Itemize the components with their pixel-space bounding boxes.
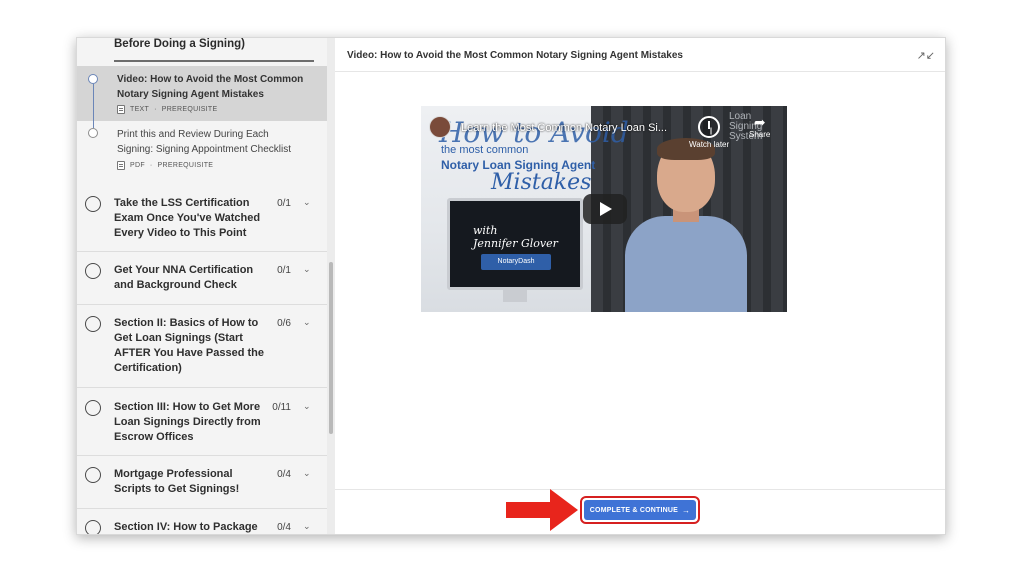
section-title: Section II: Basics of How to Get Loan Si… [114,317,264,374]
share-label: Share [749,130,771,139]
chevron-down-icon[interactable]: ⌄ [303,468,311,479]
section-count: 0/4 [277,469,291,480]
section-ii-basics[interactable]: Section II: Basics of How to Get Loan Si… [77,305,327,388]
lesson-content: Video: How to Avoid the Most Common Nota… [335,38,945,534]
meta-separator: · [149,162,153,169]
clock-icon [698,116,721,138]
section-title: Section III: How to Get More Loan Signin… [114,401,261,443]
chevron-down-icon[interactable]: ⌄ [303,317,311,328]
section-title: Section IV: How to Package [114,521,258,533]
notarydash-logo: NotaryDash [481,254,551,270]
arrow-right-icon: → [682,505,691,515]
lesson-progress-dot [88,74,98,84]
lesson-header: Video: How to Avoid the Most Common Nota… [335,38,945,72]
section-title: Mortgage Professional Scripts to Get Sig… [114,468,240,495]
channel-avatar[interactable] [429,116,451,138]
section-count: 0/1 [277,265,291,276]
section-count: 0/6 [277,318,291,329]
section-count: 0/4 [277,522,291,533]
thumbnail-with: with [473,224,498,237]
section-count: 0/11 [272,402,291,413]
lesson-page-title: Video: How to Avoid the Most Common Nota… [347,50,683,61]
lesson-type: PDF [130,162,145,169]
play-icon[interactable] [583,194,627,224]
presenter-body [625,216,747,312]
thumbnail-subheadline: the most common [441,144,529,156]
lesson-tag: PREREQUISITE [157,162,214,169]
section-status-circle [85,196,101,212]
meta-separator: · [154,106,157,113]
course-player-window: Before Doing a Signing) Video: How to Av… [76,37,946,535]
lesson-connector-line [92,121,94,128]
section-iii-escrow[interactable]: Section III: How to Get More Loan Signin… [77,388,327,456]
watch-later-label: Watch later [689,140,730,149]
section-count: 0/1 [277,198,291,209]
thumbnail-presenter-name: Jennifer Glover [473,237,558,250]
lesson-connector-line [92,84,94,121]
section-lss-exam[interactable]: Take the LSS Certification Exam Once You… [77,186,327,252]
section-status-circle [85,400,101,416]
document-icon [117,105,125,114]
course-sidebar: Before Doing a Signing) Video: How to Av… [77,38,327,534]
lesson-progress-dot [88,128,98,138]
section-mortgage-scripts[interactable]: Mortgage Professional Scripts to Get Sig… [77,456,327,509]
section-title: Take the LSS Certification Exam Once You… [114,197,261,239]
lesson-type: TEXT [130,106,150,113]
lesson-item-video-mistakes[interactable]: Video: How to Avoid the Most Common Nota… [77,66,327,121]
annotation-arrow-icon [506,489,578,531]
share-button[interactable]: ➦ Share [749,114,770,139]
lesson-title: Print this and Review During Each Signin… [117,129,291,155]
lesson-title: Video: How to Avoid the Most Common Nota… [117,74,304,100]
thumbnail-mistakes-text: Mistakes [491,170,592,195]
share-icon: ➦ [753,114,766,130]
section-status-circle [85,467,101,483]
chevron-down-icon[interactable]: ⌄ [303,521,311,532]
divider [114,60,314,62]
sidebar-scrollbar-thumb[interactable] [329,262,333,434]
chevron-down-icon[interactable]: ⌄ [303,264,311,275]
chevron-down-icon[interactable]: ⌄ [303,197,311,208]
complete-continue-button[interactable]: COMPLETE & CONTINUE → [584,500,696,520]
pdf-icon [117,161,125,170]
thumbnail-monitor-stand [503,290,527,302]
thumbnail-presenter: with Jennifer Glover [473,224,558,250]
lesson-tag: PREREQUISITE [161,106,218,113]
expand-icon[interactable]: ↗↙ [917,49,935,62]
lesson-meta: PDF · PREREQUISITE [117,161,213,170]
section-title: Get Your NNA Certification and Backgroun… [114,264,254,291]
chevron-down-icon[interactable]: ⌄ [303,401,311,412]
lesson-meta: TEXT · PREREQUISITE [117,105,217,114]
watch-later-button[interactable]: Watch later [689,116,729,149]
section-status-circle [85,263,101,279]
video-title-overlay[interactable]: Learn the Most Common Notary Loan Si... [461,122,667,134]
presenter-figure [625,138,747,312]
section-status-circle [85,316,101,332]
section-iv-package[interactable]: Section IV: How to Package 0/4 ⌄ [77,509,327,534]
video-player[interactable]: with Jennifer Glover NotaryDash How to A… [421,106,787,312]
complete-continue-label: COMPLETE & CONTINUE [589,506,678,514]
section-status-circle [85,520,101,534]
sidebar-item-previous[interactable]: Before Doing a Signing) [114,38,314,62]
section-nna-certification[interactable]: Get Your NNA Certification and Backgroun… [77,252,327,305]
lesson-item-checklist[interactable]: Print this and Review During Each Signin… [77,121,327,179]
